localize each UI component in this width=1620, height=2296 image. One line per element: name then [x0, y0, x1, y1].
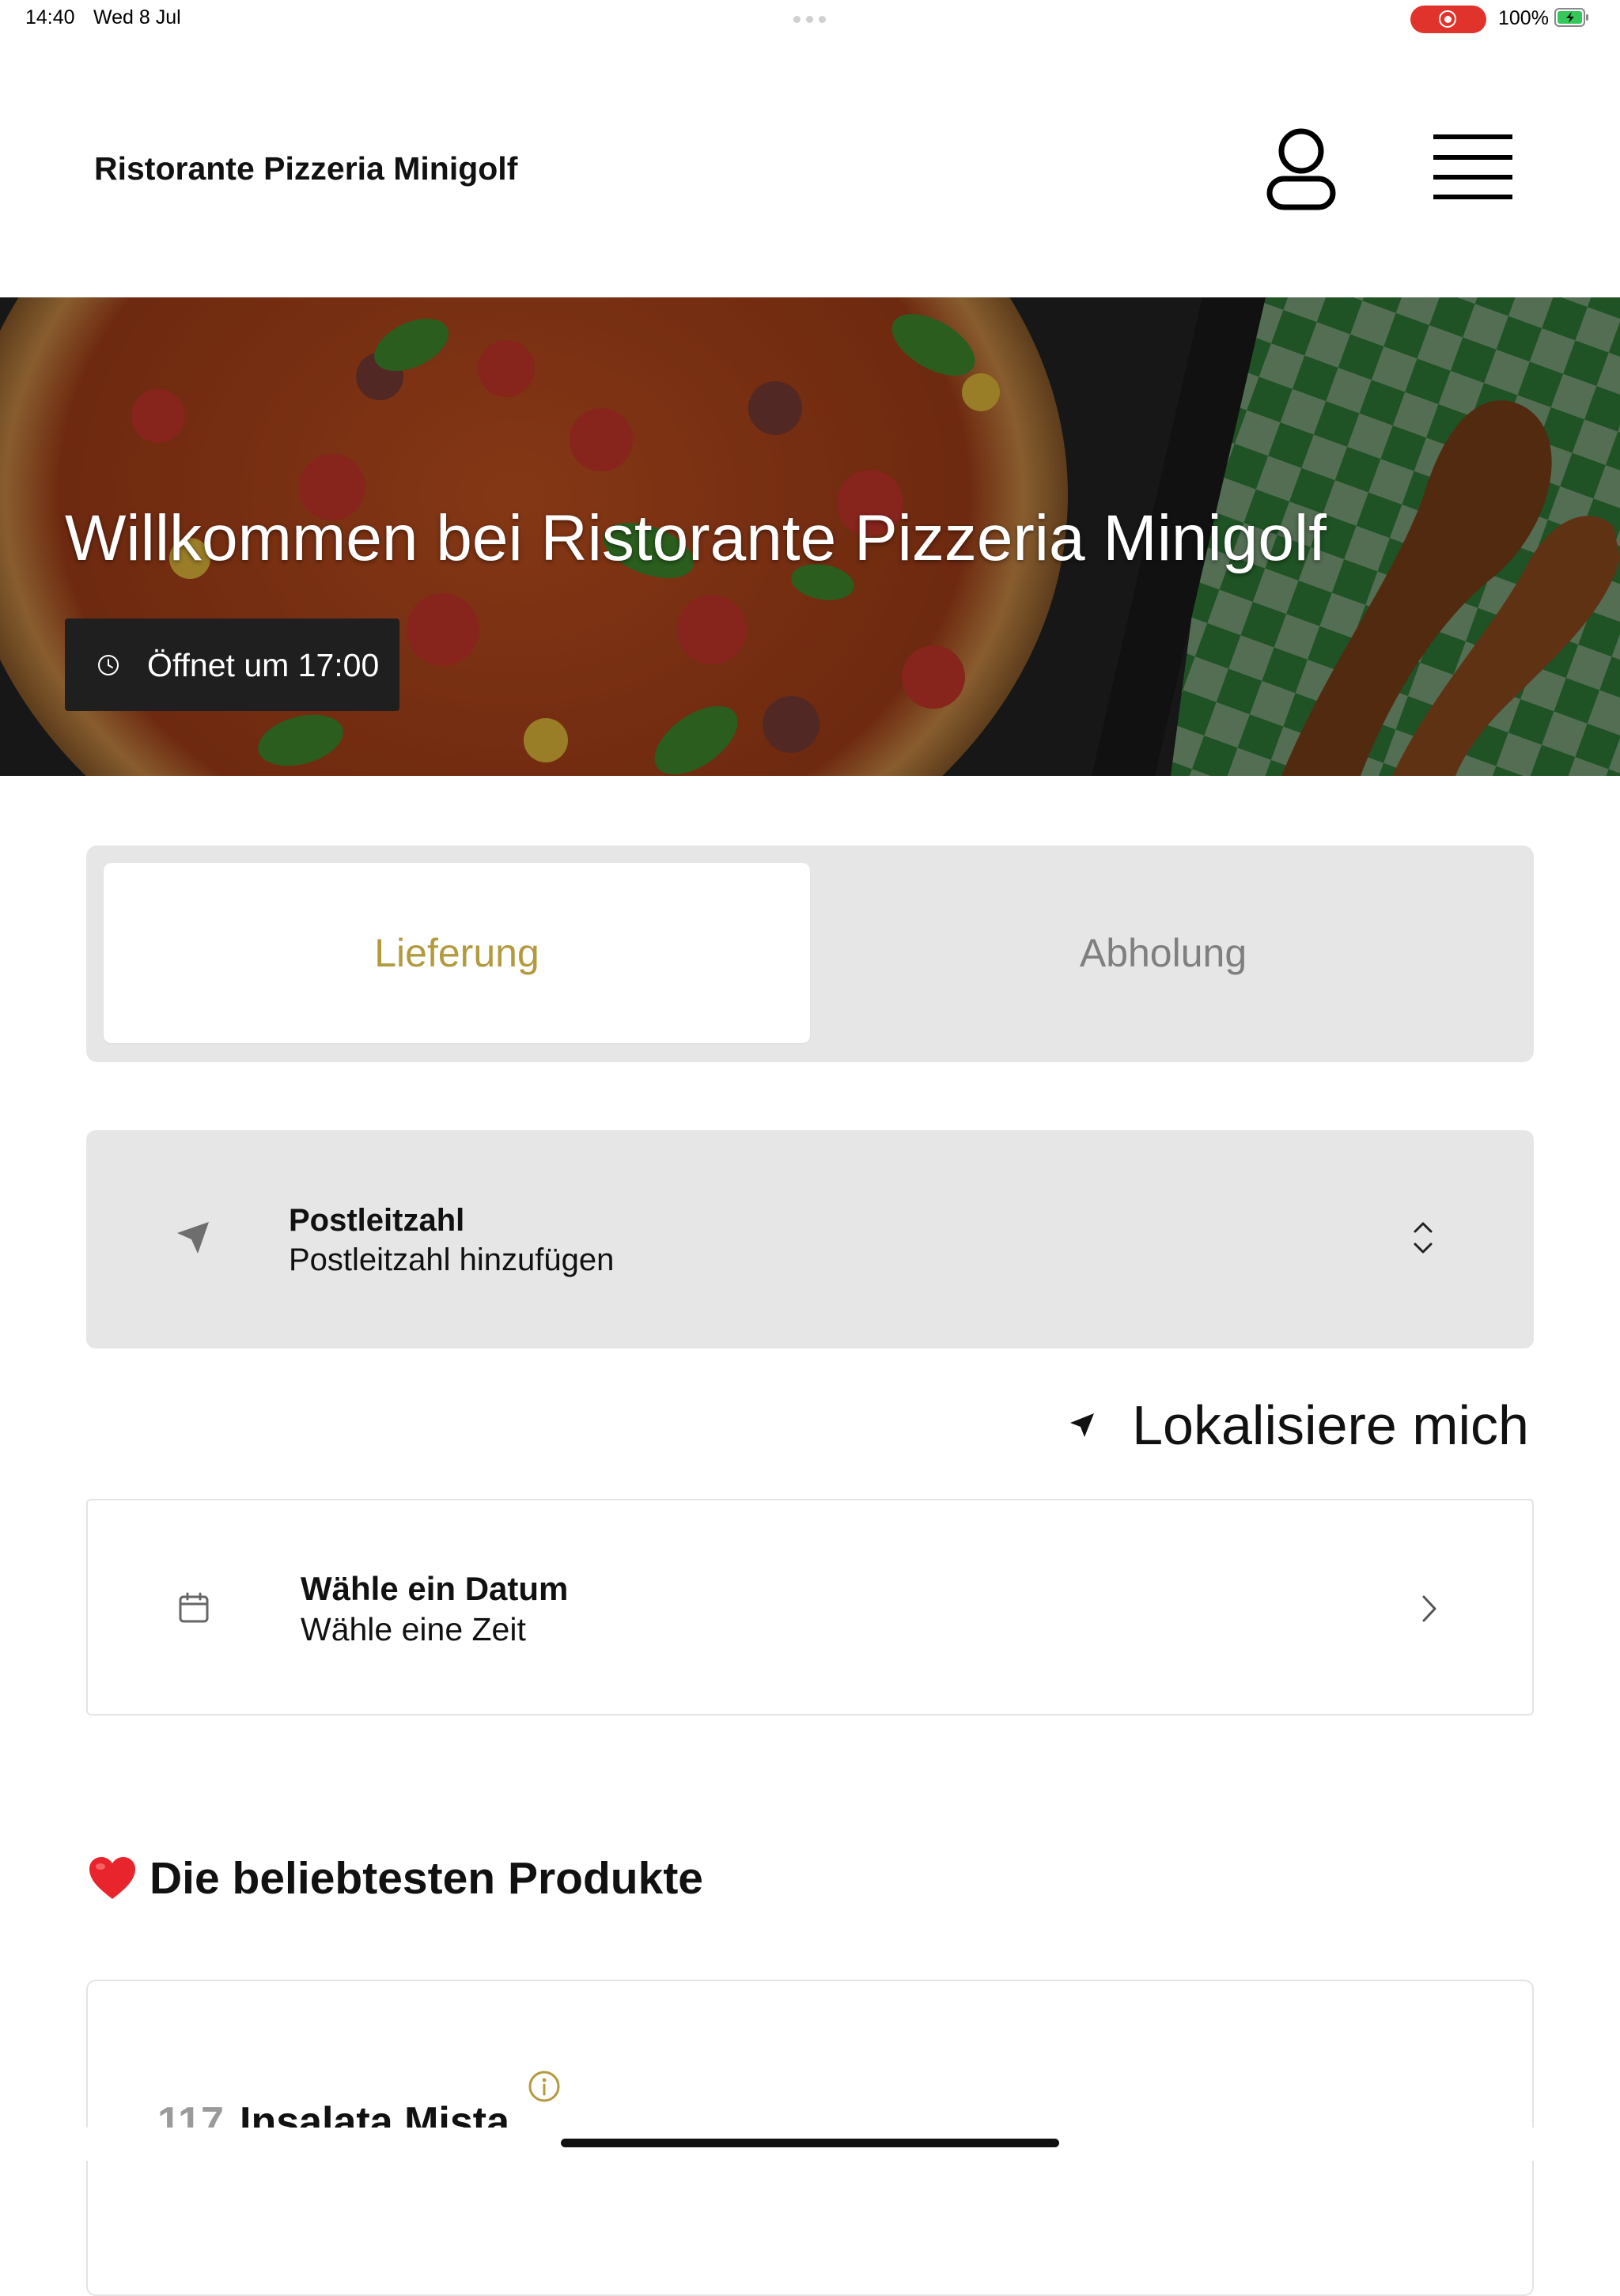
- location-arrow-icon: [1070, 1413, 1095, 1437]
- battery-charging-icon: [1554, 8, 1588, 27]
- postal-code-selector[interactable]: Postleitzahl Postleitzahl hinzufügen: [86, 1130, 1534, 1348]
- chevron-right-icon: [1422, 1595, 1436, 1622]
- tab-pickup[interactable]: Abholung: [810, 863, 1516, 1043]
- home-indicator[interactable]: [561, 2139, 1059, 2147]
- date-label: Wähle ein Datum: [301, 1570, 569, 1607]
- popular-products-heading: Die beliebtesten Produkte: [88, 1852, 703, 1905]
- screen-recording-icon[interactable]: [1410, 6, 1486, 33]
- locate-me-label: Lokalisiere mich: [1132, 1394, 1529, 1456]
- order-type-switch: Lieferung Abholung: [86, 845, 1534, 1062]
- multitasking-dots-icon[interactable]: [793, 16, 826, 23]
- popular-products-title: Die beliebtesten Produkte: [150, 1853, 704, 1904]
- user-icon[interactable]: [1266, 125, 1337, 212]
- hero-banner: Willkommen bei Ristorante Pizzeria Minig…: [0, 297, 1620, 776]
- battery-percent: 100%: [1498, 7, 1549, 29]
- hero-title: Willkommen bei Ristorante Pizzeria Minig…: [65, 502, 1327, 574]
- restaurant-name[interactable]: Ristorante Pizzeria Minigolf: [94, 150, 517, 187]
- locate-me-button[interactable]: Lokalisiere mich: [1067, 1394, 1529, 1457]
- status-bar: 14:40 Wed 8 Jul 100%: [0, 0, 1620, 38]
- chevron-up-down-icon: [1414, 1222, 1433, 1254]
- postal-code-label: Postleitzahl: [289, 1203, 465, 1238]
- postal-code-placeholder: Postleitzahl hinzufügen: [289, 1243, 615, 1277]
- heart-icon: [89, 1857, 135, 1899]
- tab-delivery[interactable]: Lieferung: [104, 863, 810, 1043]
- calendar-icon: [179, 1592, 209, 1623]
- clock-icon: [98, 655, 119, 675]
- time-label: Wähle eine Zeit: [301, 1611, 526, 1647]
- opening-hours-text: Öffnet um 17:00: [147, 647, 380, 683]
- status-date: Wed 8 Jul: [93, 6, 181, 28]
- opening-hours-badge: Öffnet um 17:00: [65, 618, 399, 711]
- navigation-arrow-icon: [177, 1222, 209, 1254]
- hamburger-menu-icon[interactable]: [1433, 133, 1512, 201]
- info-icon[interactable]: [528, 2070, 561, 2103]
- date-time-selector[interactable]: Wähle ein Datum Wähle eine Zeit: [86, 1499, 1534, 1715]
- status-time: 14:40: [25, 6, 75, 28]
